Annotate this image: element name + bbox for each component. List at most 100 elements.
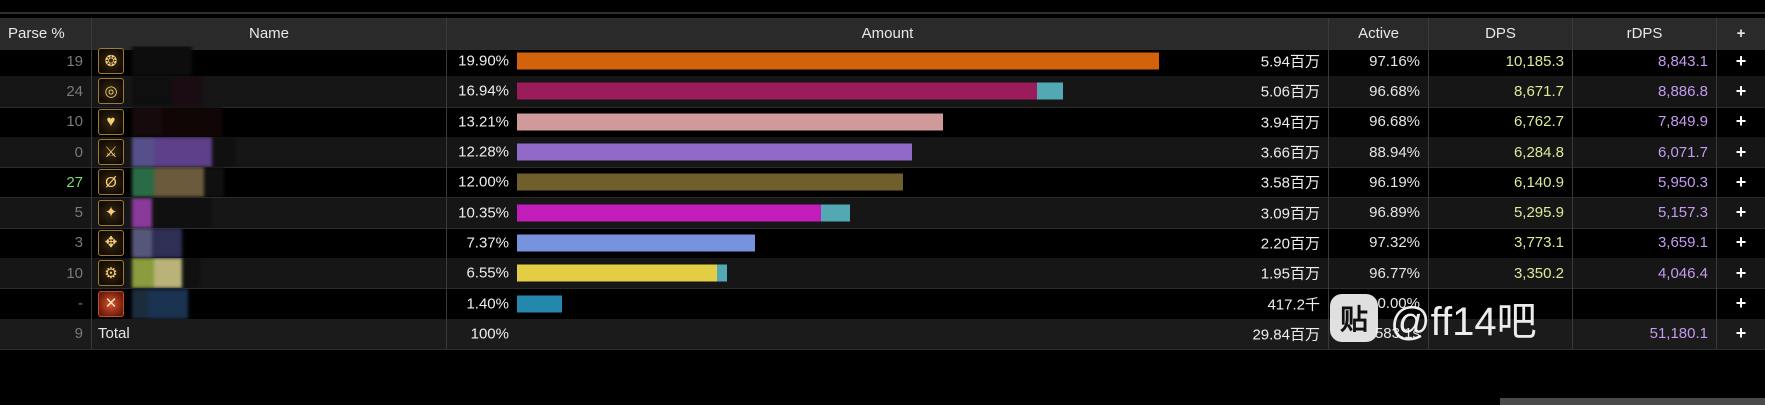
job-icon-paladin: ♥ [98,108,124,135]
damage-share-percent: 19.90% [458,52,509,70]
damage-amount: 1.95百万 [1260,265,1320,283]
parse-percent: 10 [0,106,92,137]
redacted-player-name [132,46,192,77]
damage-bar-extra [716,264,727,282]
table-row[interactable]: 3 ✥ 7.37% 2.20百万 97.32% 3,773.1 3,659.1 + [0,227,1765,260]
damage-amount: 3.94百万 [1260,114,1320,132]
total-row[interactable]: 9 Total 100% 29.84百万 583.1s 51,180.1 + [0,318,1765,350]
amount-cell: 7.37% 2.20百万 [447,227,1329,259]
table-row[interactable]: 10 ♥ 13.21% 3.94百万 96.68% 6,762.7 7,849.9 + [0,106,1765,138]
active-percent: 96.77% [1329,258,1429,289]
expand-row-button[interactable]: + [1717,167,1765,197]
damage-bar-track [517,173,1159,191]
player-name-cell[interactable]: ✦ [92,197,447,228]
player-name-cell[interactable]: Ø [92,167,447,198]
player-name-cell[interactable]: ◎ [92,76,447,107]
damage-bar [517,204,822,222]
damage-bar-extra [821,204,851,222]
damage-amount: 417.2千 [1267,296,1320,314]
total-amount-cell: 100% 29.84百万 [447,318,1329,349]
rdps-value [1573,288,1717,319]
active-percent: 96.89% [1329,197,1429,228]
amount-cell: 19.90% 5.94百万 [447,46,1329,77]
dps-value: 3,773.1 [1429,227,1573,259]
player-name-cell[interactable]: ✥ [92,227,447,259]
expand-row-button[interactable]: + [1717,258,1765,288]
damage-bar-track [517,82,1159,100]
player-name-cell[interactable]: ⚙ [92,258,447,289]
damage-bar [517,143,913,161]
rdps-value: 4,046.4 [1573,258,1717,289]
horizontal-scrollbar[interactable] [1500,398,1765,405]
damage-bar [517,173,904,191]
player-name-cell[interactable]: ⚔ [92,136,447,168]
damage-amount: 5.94百万 [1260,53,1320,71]
damage-bar-track [517,295,1159,313]
table-row[interactable]: 19 ❂ 19.90% 5.94百万 97.16% 10,185.3 8,843.1 + [0,46,1765,78]
player-name-cell[interactable]: ♥ [92,106,447,137]
header-name[interactable]: Name [92,18,447,49]
table-row[interactable]: 24 ◎ 16.94% 5.06百万 96.68% 8,671.7 8,886.8 + [0,76,1765,108]
damage-bar [517,295,562,313]
damage-share-percent: 12.00% [458,173,509,191]
expand-row-button[interactable]: + [1717,288,1765,318]
total-expand-button[interactable]: + [1717,319,1765,349]
job-icon-astrologian: ❂ [98,48,124,75]
header-rdps[interactable]: rDPS [1573,18,1717,49]
rdps-value: 8,843.1 [1573,46,1717,77]
parse-percent: 19 [0,46,92,77]
damage-bar [517,264,717,282]
total-amount: 29.84百万 [1252,326,1320,344]
expand-row-button[interactable]: + [1717,46,1765,76]
player-name-cell[interactable]: ✕ [92,288,447,319]
rdps-value: 8,886.8 [1573,76,1717,107]
header-parse[interactable]: Parse % [0,18,92,49]
table-row[interactable]: 5 ✦ 10.35% 3.09百万 96.89% 5,295.9 5,157.3 + [0,197,1765,229]
redacted-player-name [132,197,212,228]
damage-bar-track [517,52,1159,70]
parse-percent: 3 [0,227,92,259]
expand-row-button[interactable]: + [1717,198,1765,228]
damage-bar-extra [1037,82,1063,100]
header-active[interactable]: Active [1329,18,1429,49]
total-rdps: 51,180.1 [1573,318,1717,349]
damage-amount: 3.66百万 [1260,144,1320,162]
redacted-player-name [132,227,182,258]
limit-break-icon: ✕ [98,290,124,317]
redacted-player-name [132,167,224,198]
player-name-cell[interactable]: ❂ [92,46,447,77]
parse-percent: - [0,288,92,319]
damage-amount: 3.09百万 [1260,205,1320,223]
damage-bar [517,113,943,131]
header-add-column-button[interactable]: + [1717,18,1765,49]
damage-share-percent: 13.21% [458,113,509,131]
damage-bar [517,82,1038,100]
damage-bar-track [517,204,1159,222]
header-amount[interactable]: Amount [447,18,1329,49]
amount-cell: 12.00% 3.58百万 [447,167,1329,198]
redacted-player-name [132,76,202,107]
redacted-player-name [132,137,236,168]
parse-percent: 27 [0,167,92,198]
total-label: Total [92,318,447,349]
damage-share-percent: 1.40% [466,295,509,313]
expand-row-button[interactable]: + [1717,76,1765,106]
damage-bar-track [517,234,1159,252]
dps-value: 6,140.9 [1429,167,1573,198]
damage-bar [517,52,1159,70]
table-row[interactable]: 0 ⚔ 12.28% 3.66百万 88.94% 6,284.8 6,071.7 + [0,136,1765,169]
total-duration: 583.1s [1329,318,1429,349]
expand-row-button[interactable]: + [1717,137,1765,167]
expand-row-button[interactable]: + [1717,228,1765,258]
amount-cell: 13.21% 3.94百万 [447,106,1329,137]
header-dps[interactable]: DPS [1429,18,1573,49]
total-parse: 9 [0,318,92,349]
parse-percent: 0 [0,136,92,168]
damage-amount: 3.58百万 [1260,174,1320,192]
table-row[interactable]: 10 ⚙ 6.55% 1.95百万 96.77% 3,350.2 4,046.4 + [0,258,1765,290]
table-row[interactable]: - ✕ 1.40% 417.2千 0.00% + [0,288,1765,320]
table-row[interactable]: 27 Ø 12.00% 3.58百万 96.19% 6,140.9 5,950.3 + [0,167,1765,199]
dps-value: 6,762.7 [1429,106,1573,137]
expand-row-button[interactable]: + [1717,107,1765,137]
parse-percent: 24 [0,76,92,107]
